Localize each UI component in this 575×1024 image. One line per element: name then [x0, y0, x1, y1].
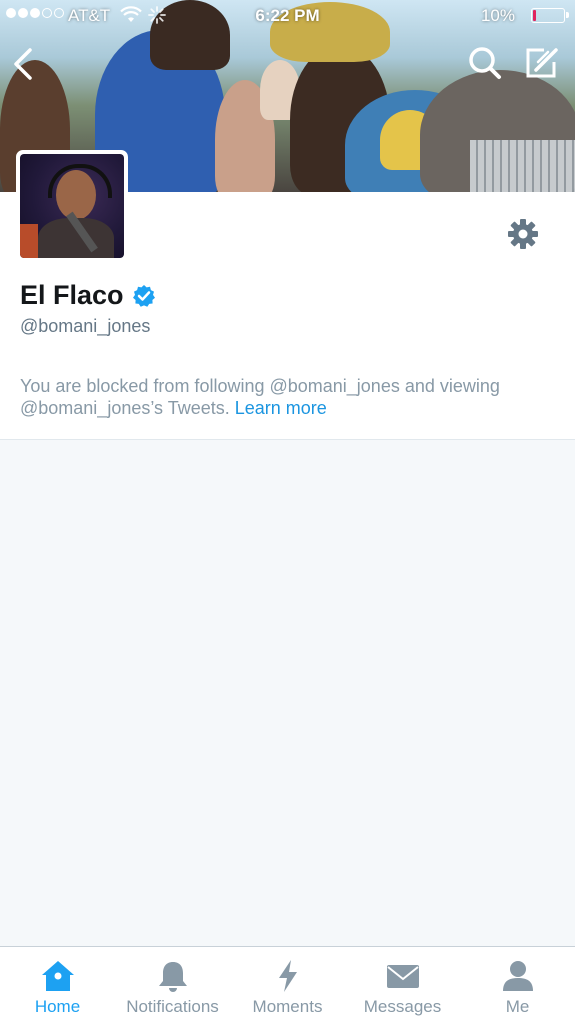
blocked-notice: You are blocked from following @bomani_j…	[0, 358, 575, 440]
verified-badge-icon	[132, 284, 155, 307]
tab-home[interactable]: Home	[0, 947, 115, 1024]
tab-notifications[interactable]: Notifications	[115, 947, 230, 1024]
tab-home-label: Home	[34, 997, 81, 1016]
tab-me[interactable]: Me	[460, 947, 575, 1024]
compose-tweet-button[interactable]	[522, 44, 562, 84]
home-icon	[41, 961, 74, 991]
chevron-left-icon	[14, 48, 32, 80]
tab-messages[interactable]: Messages	[345, 947, 460, 1024]
avatar[interactable]	[16, 150, 128, 262]
tab-bar: Home Notifications Moments Messages Me	[0, 946, 575, 1024]
profile-handle: @bomani_jones	[20, 316, 151, 336]
tab-me-label: Me	[505, 997, 530, 1016]
profile-card: El Flaco @bomani_jones	[0, 150, 575, 359]
gear-icon	[508, 219, 538, 249]
profile-settings-button[interactable]	[507, 218, 539, 250]
profile-name-row: El Flaco	[20, 280, 156, 311]
tab-moments-label: Moments	[252, 997, 323, 1016]
person-icon	[502, 961, 533, 991]
battery-icon	[531, 8, 569, 23]
search-icon	[469, 47, 501, 79]
compose-icon	[526, 48, 558, 78]
search-button[interactable]	[465, 44, 505, 84]
tab-notifications-label: Notifications	[126, 997, 219, 1016]
profile-name: El Flaco	[20, 280, 124, 310]
lightning-icon	[278, 960, 297, 992]
bell-icon	[158, 962, 187, 992]
envelope-icon	[386, 965, 419, 988]
status-bar: AT&T 6:22 PM 10%	[0, 0, 575, 32]
learn-more-link[interactable]: Learn more	[235, 398, 327, 418]
back-button[interactable]	[4, 44, 44, 84]
avatar-image	[20, 154, 124, 258]
battery-percent: 10%	[480, 6, 515, 25]
tab-messages-label: Messages	[363, 997, 442, 1016]
tab-moments[interactable]: Moments	[230, 947, 345, 1024]
